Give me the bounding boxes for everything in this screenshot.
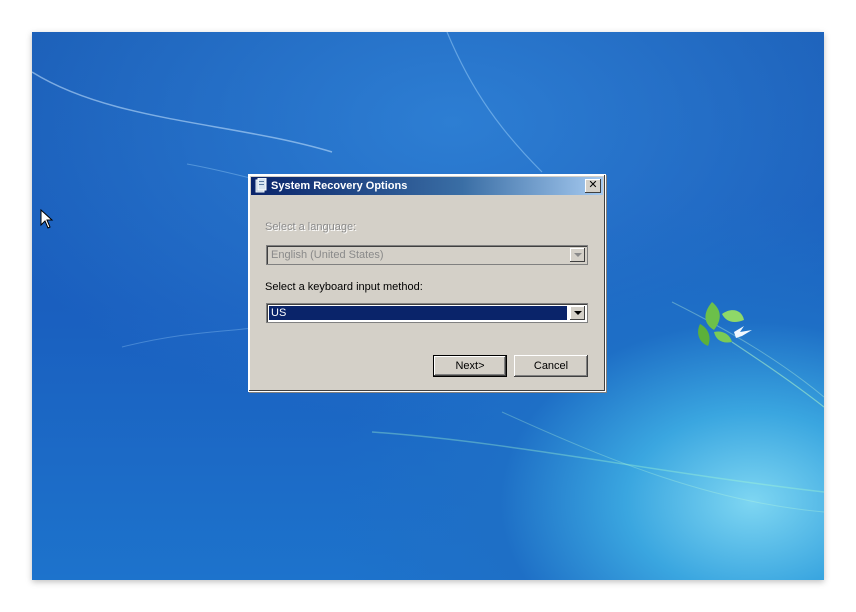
next-button[interactable]: Next> <box>433 355 507 377</box>
chevron-down-icon[interactable] <box>570 306 585 320</box>
dialog-titlebar[interactable]: System Recovery Options ✕ <box>251 177 603 195</box>
screenshot-frame: System Recovery Options ✕ Select a langu… <box>0 0 856 612</box>
keyboard-label: Select a keyboard input method: <box>265 281 423 293</box>
close-icon: ✕ <box>588 179 598 191</box>
cancel-button[interactable]: Cancel <box>514 355 588 377</box>
plant-logo-icon <box>698 302 744 346</box>
dialog-title: System Recovery Options <box>271 180 408 192</box>
system-recovery-dialog: System Recovery Options ✕ Select a langu… <box>248 174 606 392</box>
bird-icon <box>734 326 752 338</box>
chevron-down-icon <box>570 248 585 262</box>
keyboard-dropdown[interactable]: US <box>266 303 588 323</box>
close-button[interactable]: ✕ <box>585 179 601 193</box>
language-value: English (United States) <box>271 249 384 261</box>
desktop-background: System Recovery Options ✕ Select a langu… <box>32 32 824 580</box>
language-dropdown: English (United States) <box>266 245 588 265</box>
mouse-pointer-icon <box>40 208 54 234</box>
keyboard-value[interactable]: US <box>269 306 567 320</box>
recovery-options-icon <box>254 177 268 194</box>
language-label: Select a language: <box>265 221 357 233</box>
